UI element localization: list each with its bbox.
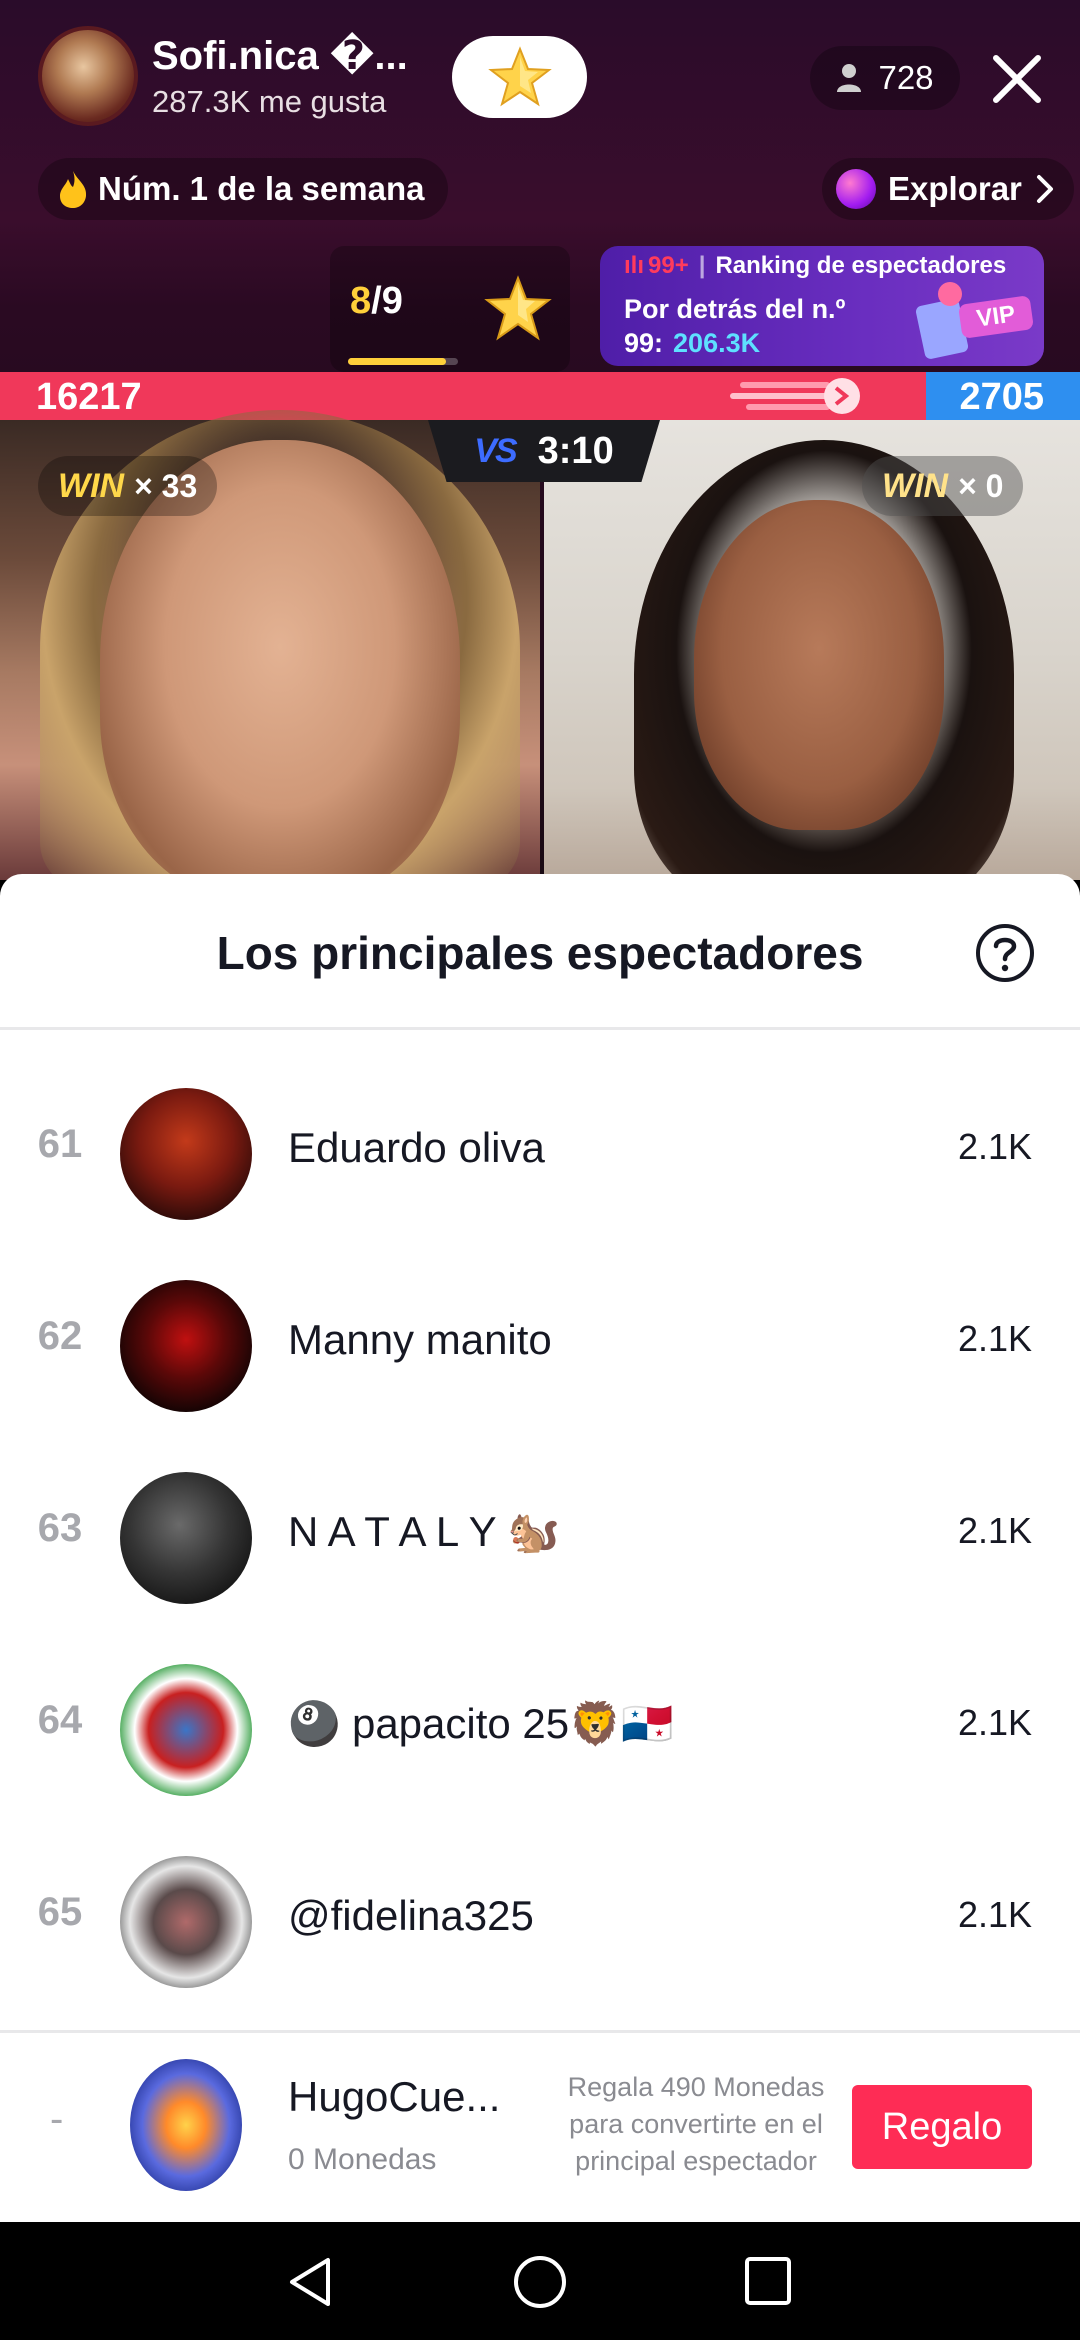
viewer-score: 2.1K (957, 1894, 1032, 1935)
host-name: Sofi.nica �... (152, 33, 408, 78)
my-avatar[interactable] (130, 2059, 242, 2191)
chevron-right-icon (1036, 175, 1053, 203)
viewer-name: Manny manito (288, 1316, 552, 1363)
battle-score-bar: 16217 2705 (0, 372, 1080, 420)
viewer-name: Eduardo oliva (288, 1124, 545, 1171)
task-progress[interactable]: 8/9 (330, 246, 570, 372)
live-stream-area: Sofi.nica �... 287.3K me gusta 728 Núm. … (0, 0, 1080, 880)
my-ranking-row: - HugoCue... 0 Monedas Regala 490 Moneda… (0, 2030, 1080, 2220)
svg-text:VIP: VIP (975, 300, 1017, 332)
ranking-line1: Por detrás del n.º (624, 294, 846, 324)
divider (0, 1027, 1080, 1030)
follow-button[interactable] (452, 36, 587, 118)
win-label: WIN (882, 466, 949, 505)
task-progress-fill (348, 358, 446, 365)
person-icon (837, 64, 862, 92)
host-info[interactable]: Sofi.nica �... 287.3K me gusta (38, 26, 408, 126)
vs-icon: VS (474, 431, 517, 470)
task-separator: / (371, 280, 382, 322)
recents-icon[interactable] (744, 2256, 792, 2306)
ranking-badge: 99+ (648, 252, 689, 279)
star-icon (487, 46, 552, 107)
viewer-count-value: 728 (878, 59, 934, 96)
score-left: 16217 (36, 376, 142, 418)
vip-icon: VIP (915, 282, 1033, 359)
viewer-name: @fidelina325 (288, 1892, 534, 1939)
explore-button[interactable]: Explorar (822, 158, 1074, 220)
back-icon[interactable] (286, 2256, 334, 2308)
close-icon[interactable] (990, 52, 1044, 106)
score-bar-right: 2705 (926, 372, 1080, 420)
viewer-rank: 61 (37, 1122, 83, 1166)
viewer-count[interactable]: 728 (810, 46, 960, 110)
viewer-avatar[interactable] (120, 1856, 252, 1988)
win-streak-left: WIN × 33 (38, 456, 218, 516)
score-right: 2705 (959, 376, 1044, 418)
battle-timer: VS 3:10 (428, 420, 660, 482)
viewer-score: 2.1K (957, 1318, 1032, 1359)
my-rank: - (50, 2097, 64, 2141)
system-nav-bar (0, 2222, 1080, 2340)
streak-flare-icon (730, 378, 860, 414)
battle-timer-value: 3:10 (537, 429, 614, 472)
sheet-title: Los principales espectadores (216, 927, 864, 979)
gift-hint: Regala 490 Monedas para convertirte en e… (567, 2072, 825, 2176)
viewer-row[interactable]: 61 Eduardo oliva 2.1K (0, 1056, 1080, 1248)
home-icon[interactable] (512, 2254, 568, 2310)
task-total: 9 (381, 280, 403, 322)
flame-icon (60, 171, 87, 208)
planet-icon (836, 169, 876, 209)
ranking-line2-value: 206.3K (673, 328, 761, 358)
viewer-avatar[interactable] (120, 1280, 252, 1412)
ranking-bars-icon: ılı (624, 252, 645, 279)
top-viewers-sheet: Los principales espectadores 61 Eduardo … (0, 874, 1080, 2224)
viewer-row[interactable]: 64 🎱 papacito 25🦁🇵🇦 2.1K (0, 1632, 1080, 1824)
viewer-rank: 64 (37, 1698, 83, 1742)
my-name: HugoCue... (288, 2073, 501, 2120)
weekly-rank-label: Núm. 1 de la semana (98, 170, 425, 207)
viewer-score: 2.1K (957, 1702, 1032, 1743)
viewer-score: 2.1K (957, 1510, 1032, 1551)
viewer-row[interactable]: 65 @fidelina325 2.1K (0, 1824, 1080, 2016)
star-icon (484, 275, 552, 341)
viewer-avatar[interactable] (120, 1088, 252, 1220)
viewer-name: 🎱 papacito 25🦁🇵🇦 (288, 1700, 674, 1747)
gift-button[interactable]: Regalo (852, 2085, 1032, 2169)
win-count-left: × 33 (134, 467, 198, 504)
host-avatar[interactable] (38, 26, 138, 126)
win-label: WIN (58, 466, 125, 505)
win-count-right: × 0 (958, 467, 1004, 504)
win-streak-right: WIN × 0 (862, 456, 1024, 516)
ranking-separator: | (698, 252, 706, 279)
viewer-rank: 62 (37, 1314, 83, 1358)
viewer-row[interactable]: 62 Manny manito 2.1K (0, 1248, 1080, 1440)
my-coins: 0 Monedas (288, 2143, 437, 2176)
weekly-rank-badge[interactable]: Núm. 1 de la semana (38, 158, 449, 220)
viewer-rank: 65 (37, 1890, 83, 1934)
host-likes: 287.3K me gusta (152, 83, 387, 119)
viewer-rank: 63 (37, 1506, 83, 1550)
viewer-ranking-card[interactable]: ılı 99+ | Ranking de espectadores Por de… (600, 246, 1044, 366)
viewer-avatar[interactable] (120, 1664, 252, 1796)
task-current: 8 (350, 280, 372, 322)
explore-label: Explorar (888, 170, 1022, 207)
viewer-name: N A T A L Y 🐿️ (288, 1508, 560, 1555)
ranking-line2-prefix: 99: (624, 328, 664, 358)
viewer-row[interactable]: 63 N A T A L Y 🐿️ 2.1K (0, 1440, 1080, 1632)
viewer-score: 2.1K (957, 1126, 1032, 1167)
viewer-avatar[interactable] (120, 1472, 252, 1604)
help-icon[interactable] (974, 922, 1036, 984)
